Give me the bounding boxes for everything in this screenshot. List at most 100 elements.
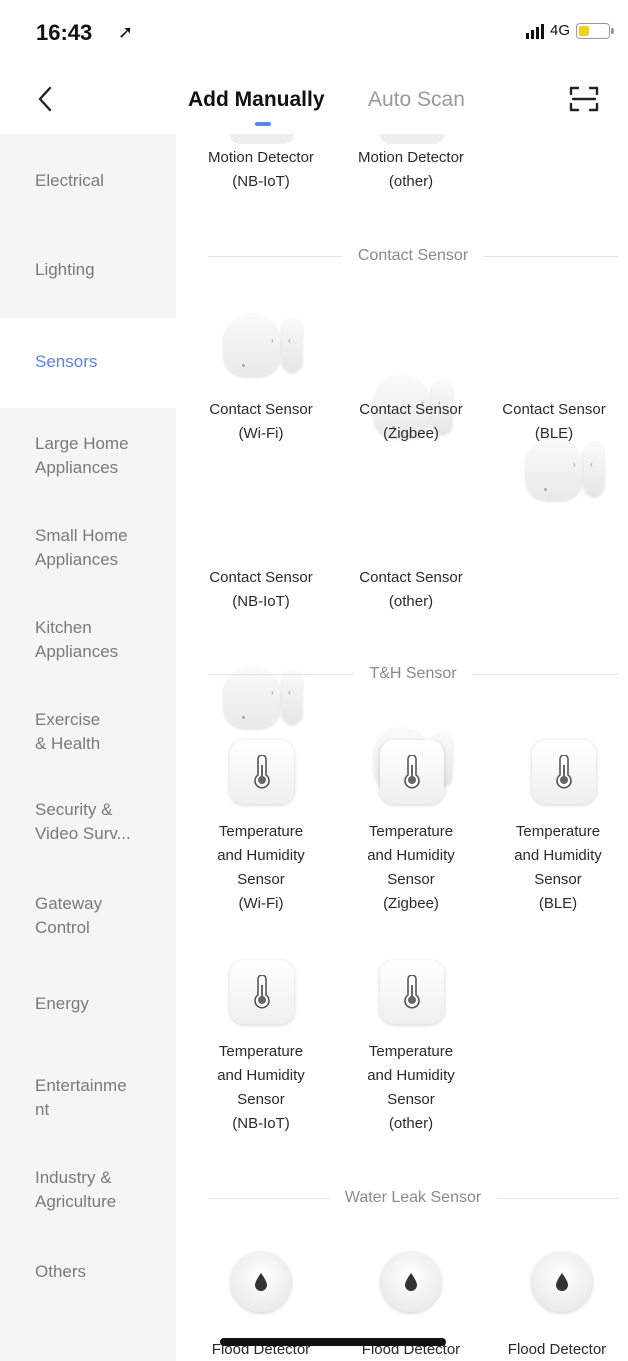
sidebar-item-industry-agriculture[interactable]: Industry & Agriculture — [0, 1144, 176, 1236]
device-contact-sensor-wifi[interactable]: Contact Sensor (Wi-Fi) — [186, 398, 336, 446]
scan-button[interactable] — [568, 84, 600, 114]
sidebar-item-label: Small Home Appliances — [35, 526, 128, 569]
network-type: 4G — [549, 22, 570, 39]
section-header-water-leak-sensor: Water Leak Sensor — [208, 1186, 619, 1210]
motion-detector-icon — [380, 134, 444, 144]
home-indicator — [220, 1338, 446, 1346]
device-name: and Humidity — [367, 1067, 455, 1084]
device-variant: (BLE) — [538, 895, 578, 912]
nav-bar: Add Manually Auto Scan — [0, 70, 628, 130]
device-name: and Humidity — [217, 847, 305, 864]
status-bar: 16:43 ➚ 4G — [0, 0, 628, 70]
section-title: T&H Sensor — [369, 665, 457, 682]
device-name: and Humidity — [217, 1067, 305, 1084]
thermometer-icon — [380, 960, 444, 1024]
sidebar-item-label: Large Home Appliances — [35, 434, 129, 477]
device-contact-sensor-ble[interactable]: Contact Sensor (BLE) — [480, 398, 628, 446]
sidebar-item-entertainment[interactable]: Entertainme nt — [0, 1052, 176, 1144]
device-variant: (BLE) — [534, 425, 574, 442]
device-name: and Humidity — [514, 847, 602, 864]
device-name: Sensor — [387, 871, 435, 888]
device-name: Sensor — [387, 1091, 435, 1108]
location-arrow-icon: ➚ — [118, 22, 134, 42]
device-name: Contact Sensor — [359, 401, 463, 418]
sidebar-item-electrical[interactable]: Electrical — [0, 134, 176, 226]
device-variant: (other) — [388, 593, 434, 610]
device-contact-sensor-other[interactable]: Contact Sensor (other) — [336, 566, 486, 614]
device-name: Temperature — [218, 823, 304, 840]
device-contact-sensor-zigbee[interactable]: Contact Sensor (Zigbee) — [336, 398, 486, 446]
sidebar-item-label: Security & Video Surv... — [35, 800, 131, 843]
section-title: Contact Sensor — [357, 247, 469, 264]
device-flood-detector-3[interactable]: Flood Detector — [486, 1338, 628, 1361]
section-header-contact-sensor: Contact Sensor — [208, 244, 618, 268]
sidebar-item-label: Lighting — [35, 260, 95, 279]
scan-frame-icon — [569, 86, 599, 112]
water-drop-icon — [381, 1252, 441, 1312]
tab-add-manually[interactable]: Add Manually — [188, 88, 325, 112]
sidebar-item-others[interactable]: Others — [0, 1236, 176, 1361]
device-variant: (other) — [388, 1115, 434, 1132]
device-variant: (Zigbee) — [383, 425, 439, 442]
sidebar-item-label: Sensors — [35, 352, 98, 371]
device-name: Temperature — [368, 1043, 454, 1060]
section-header-th-sensor: T&H Sensor — [208, 662, 619, 686]
status-indicators: 4G — [525, 22, 614, 39]
device-variant: (Wi-Fi) — [238, 425, 284, 442]
device-motion-detector-other[interactable]: Motion Detector (other) — [336, 146, 486, 194]
sidebar-item-gateway-control[interactable]: Gateway Control — [0, 868, 176, 960]
chevron-left-icon — [38, 86, 52, 112]
device-motion-detector-nbiot[interactable]: Motion Detector (NB-IoT) — [186, 146, 336, 194]
motion-detector-icon — [230, 134, 294, 144]
device-th-sensor-nbiot[interactable]: Temperature and Humidity Sensor (NB-IoT) — [186, 1040, 336, 1136]
device-name: Temperature — [515, 823, 601, 840]
sidebar-item-small-home-appliances[interactable]: Small Home Appliances — [0, 500, 176, 592]
device-th-sensor-zigbee[interactable]: Temperature and Humidity Sensor (Zigbee) — [336, 820, 486, 916]
tab-auto-scan[interactable]: Auto Scan — [368, 88, 465, 112]
thermometer-icon — [230, 960, 294, 1024]
device-name: and Humidity — [367, 847, 455, 864]
sidebar-item-label: Kitchen Appliances — [35, 618, 119, 661]
section-title: Water Leak Sensor — [344, 1189, 482, 1206]
device-th-sensor-other[interactable]: Temperature and Humidity Sensor (other) — [336, 1040, 486, 1136]
device-variant: (NB-IoT) — [232, 593, 290, 610]
device-name: Sensor — [534, 871, 582, 888]
battery-icon — [576, 22, 614, 39]
device-contact-sensor-nbiot[interactable]: Contact Sensor (NB-IoT) — [186, 566, 336, 614]
thermometer-icon — [532, 740, 596, 804]
device-name: Motion Detector — [358, 149, 464, 166]
device-name: Contact Sensor — [502, 401, 606, 418]
device-name: Sensor — [237, 871, 285, 888]
sidebar-item-energy[interactable]: Energy — [0, 960, 176, 1052]
contact-sensor-icon: ›‹ — [224, 314, 302, 376]
sidebar-item-large-home-appliances[interactable]: Large Home Appliances — [0, 408, 176, 500]
active-tab-indicator — [255, 122, 271, 126]
device-variant: (Zigbee) — [383, 895, 439, 912]
back-button[interactable] — [30, 82, 60, 116]
device-th-sensor-wifi[interactable]: Temperature and Humidity Sensor (Wi-Fi) — [186, 820, 336, 916]
device-variant: (other) — [388, 173, 434, 190]
sidebar-item-lighting[interactable]: Lighting — [0, 226, 176, 318]
status-time: 16:43 — [36, 20, 93, 45]
signal-bars-icon — [525, 23, 544, 39]
sidebar-item-kitchen-appliances[interactable]: Kitchen Appliances — [0, 592, 176, 684]
sidebar-item-security-video[interactable]: Security & Video Surv... — [0, 776, 176, 868]
device-name: Sensor — [237, 1091, 285, 1108]
thermometer-icon — [230, 740, 294, 804]
device-name: Temperature — [218, 1043, 304, 1060]
device-name: Flood Detector — [507, 1341, 607, 1358]
device-name: Contact Sensor — [209, 401, 313, 418]
sidebar-item-sensors[interactable]: Sensors — [0, 318, 176, 408]
contact-sensor-icon: ›‹ — [526, 438, 604, 500]
thermometer-icon — [380, 740, 444, 804]
sidebar-item-label: Energy — [35, 994, 89, 1013]
water-drop-icon — [231, 1252, 291, 1312]
sidebar-item-label: Gateway Control — [35, 894, 103, 937]
sidebar-item-exercise-health[interactable]: Exercise & Health — [0, 684, 176, 776]
device-name: Contact Sensor — [359, 569, 463, 586]
sidebar-item-label: Exercise & Health — [35, 710, 101, 753]
category-sidebar: Electrical Lighting Sensors Large Home A… — [0, 134, 176, 1361]
device-th-sensor-ble[interactable]: Temperature and Humidity Sensor (BLE) — [488, 820, 628, 916]
device-name: Contact Sensor — [209, 569, 313, 586]
device-variant: (NB-IoT) — [232, 1115, 290, 1132]
